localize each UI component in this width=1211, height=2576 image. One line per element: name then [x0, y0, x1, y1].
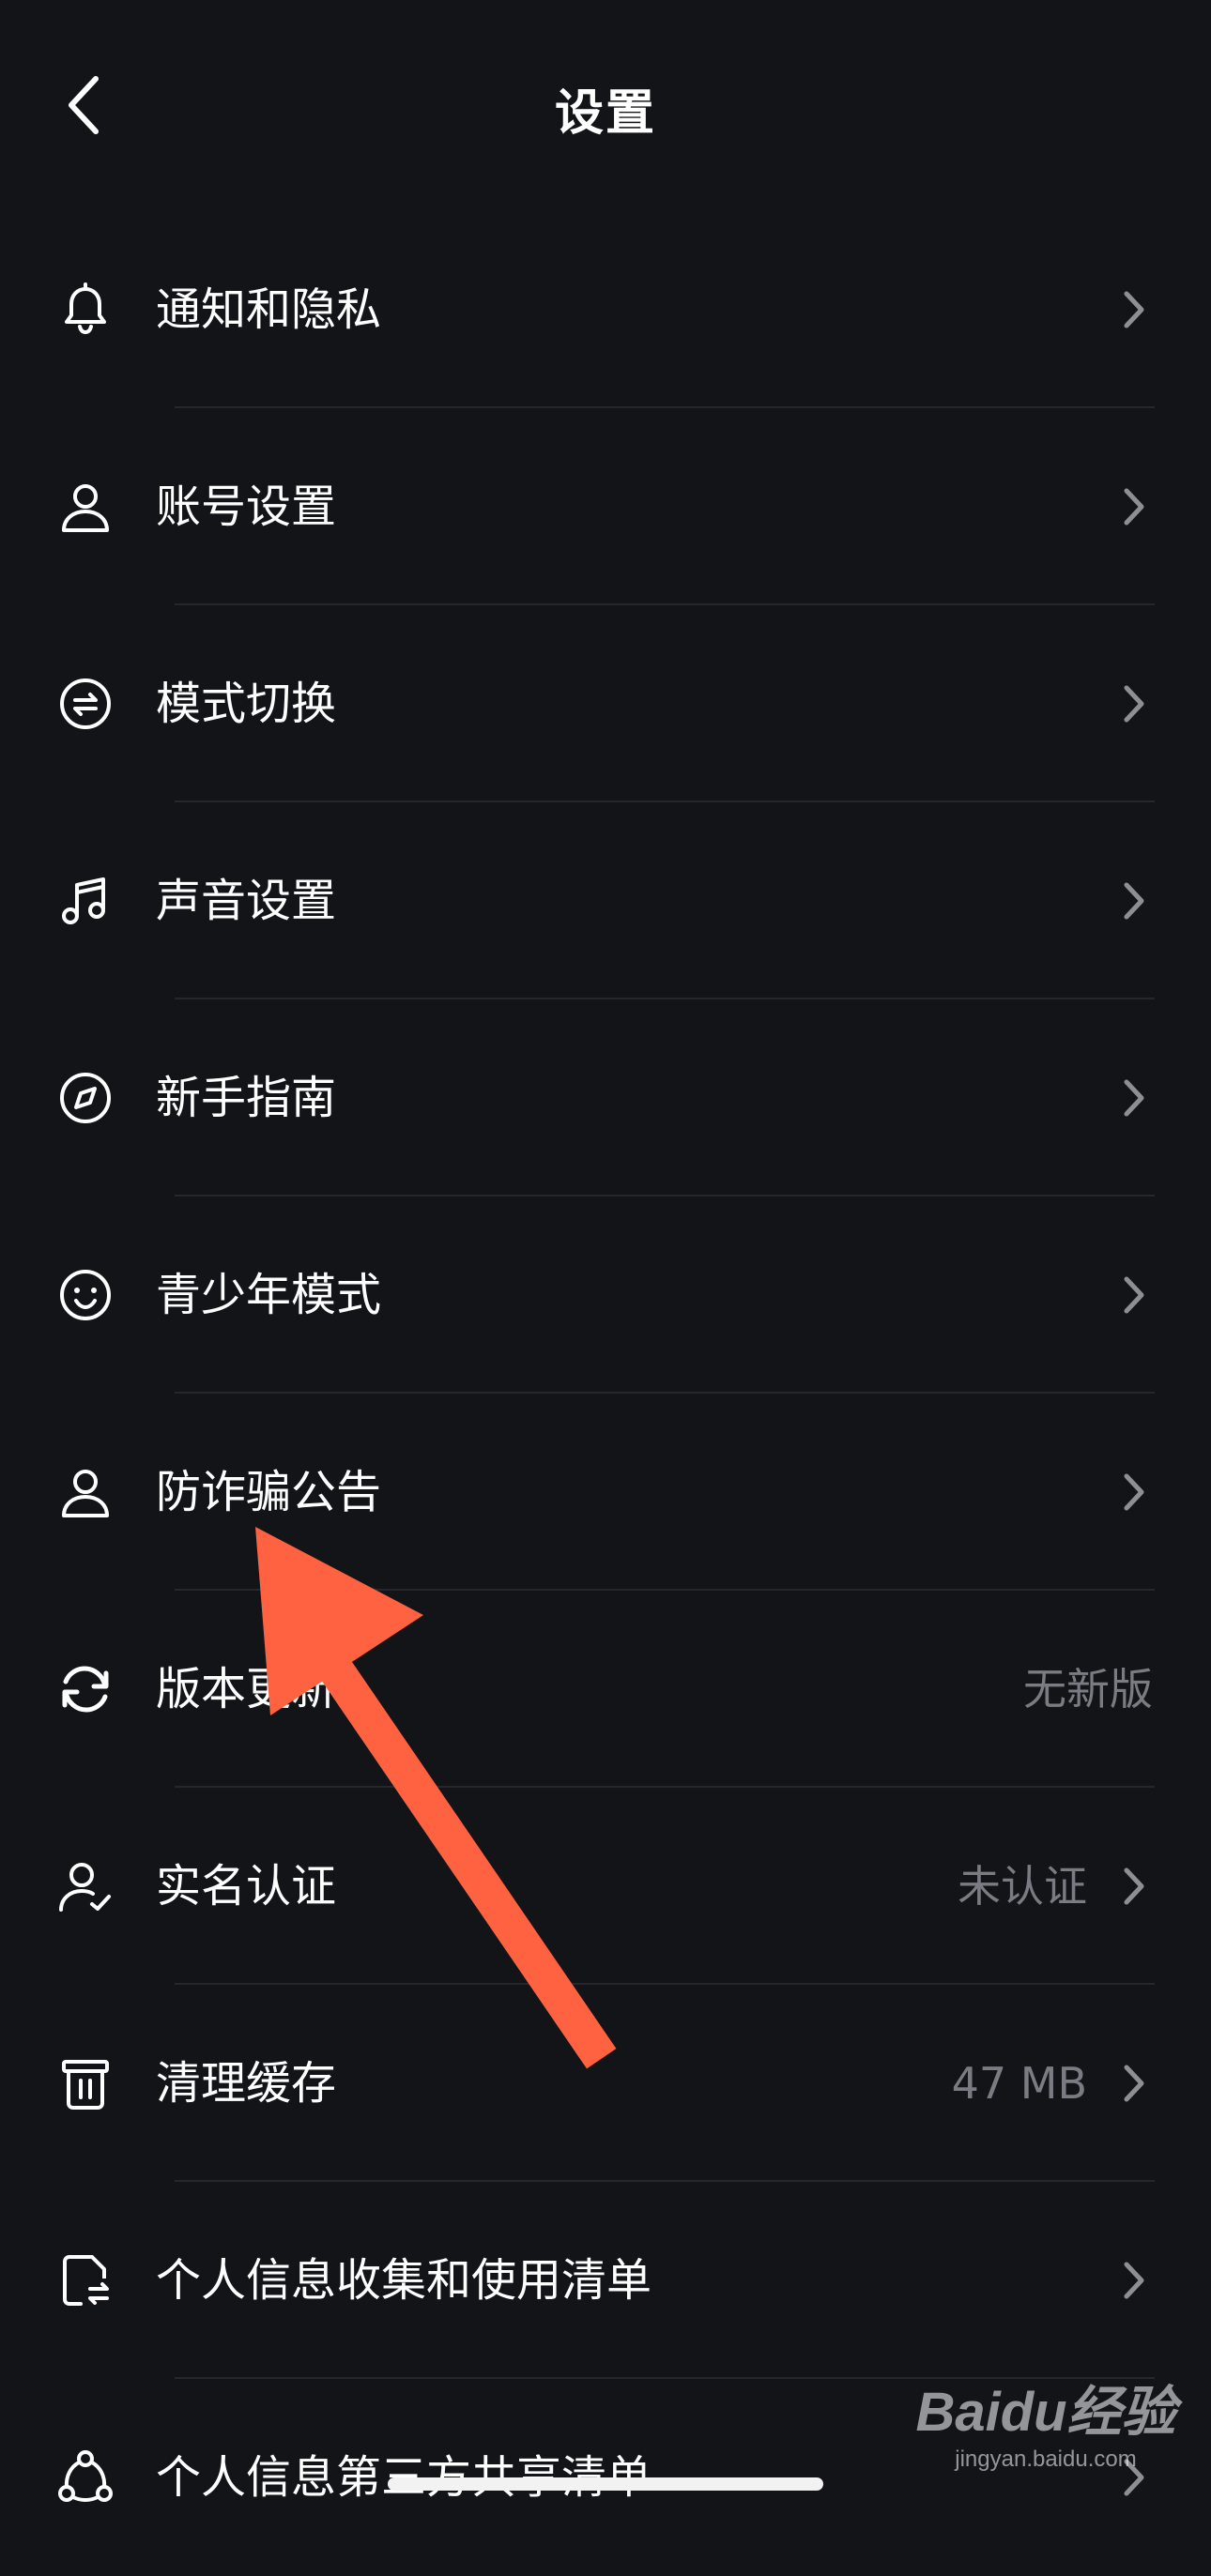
settings-item-label: 声音设置: [156, 875, 337, 927]
watermark-brand: Baidu经验: [915, 2382, 1176, 2443]
settings-item-label: 版本更新: [156, 1663, 337, 1715]
settings-item-label: 通知和隐私: [156, 283, 382, 336]
share-nodes-icon: [56, 2448, 115, 2507]
settings-item-label: 个人信息收集和使用清单: [156, 2254, 652, 2307]
chevron-right-icon: [1121, 485, 1147, 528]
settings-item-value: 47 MB: [951, 2058, 1087, 2109]
settings-item[interactable]: 清理缓存 47 MB: [0, 1985, 1211, 2182]
settings-item-label: 模式切换: [156, 678, 337, 730]
settings-item[interactable]: 新手指南: [0, 999, 1211, 1197]
chevron-right-icon: [1121, 1273, 1147, 1317]
user-icon: [56, 1463, 115, 1521]
chevron-right-icon: [1121, 1865, 1147, 1908]
settings-item[interactable]: 声音设置: [0, 802, 1211, 999]
settings-item[interactable]: 青少年模式: [0, 1197, 1211, 1394]
chevron-right-icon: [1121, 879, 1147, 922]
settings-item-label: 实名认证: [156, 1860, 337, 1913]
chevron-right-icon: [1121, 2259, 1147, 2302]
settings-list: 通知和隐私账号设置模式切换声音设置新手指南青少年模式防诈骗公告版本更新 无新版实名…: [0, 211, 1211, 2576]
settings-item-label: 账号设置: [156, 480, 337, 533]
settings-item-label: 清理缓存: [156, 2057, 337, 2110]
settings-item[interactable]: 个人信息收集和使用清单: [0, 2182, 1211, 2379]
home-indicator[interactable]: [388, 2477, 823, 2491]
refresh-icon: [56, 1660, 115, 1718]
trash-icon: [56, 2054, 115, 2112]
watermark-url: jingyan.baidu.com: [955, 2446, 1137, 2472]
settings-item[interactable]: 版本更新 无新版: [0, 1591, 1211, 1788]
chevron-right-icon: [1121, 1076, 1147, 1120]
compass-icon: [56, 1069, 115, 1127]
settings-item[interactable]: 防诈骗公告: [0, 1394, 1211, 1591]
user-verified-icon: [56, 1857, 115, 1915]
chevron-right-icon: [1121, 682, 1147, 725]
settings-item-label: 青少年模式: [156, 1269, 382, 1321]
chevron-right-icon: [1121, 2062, 1147, 2105]
music-note-icon: [56, 872, 115, 930]
switch-mode-icon: [56, 675, 115, 733]
nav-bar: 设置: [0, 0, 1211, 211]
settings-item[interactable]: 通知和隐私: [0, 211, 1211, 408]
document-exchange-icon: [56, 2251, 115, 2309]
chevron-right-icon: [1121, 288, 1147, 331]
settings-item-label: 新手指南: [156, 1072, 337, 1124]
chevron-right-icon: [1121, 1471, 1147, 1514]
settings-item-label: 防诈骗公告: [156, 1466, 382, 1518]
watermark: Baidu经验 jingyan.baidu.com: [905, 2380, 1187, 2511]
bell-icon: [56, 281, 115, 339]
smiley-icon: [56, 1266, 115, 1324]
settings-item-value: 无新版: [1023, 1664, 1153, 1715]
settings-item[interactable]: 模式切换: [0, 605, 1211, 802]
settings-item-value: 未认证: [958, 1861, 1087, 1912]
page-title: 设置: [554, 85, 656, 142]
user-icon: [56, 478, 115, 536]
settings-item[interactable]: 实名认证 未认证: [0, 1788, 1211, 1985]
settings-item[interactable]: 账号设置: [0, 408, 1211, 605]
